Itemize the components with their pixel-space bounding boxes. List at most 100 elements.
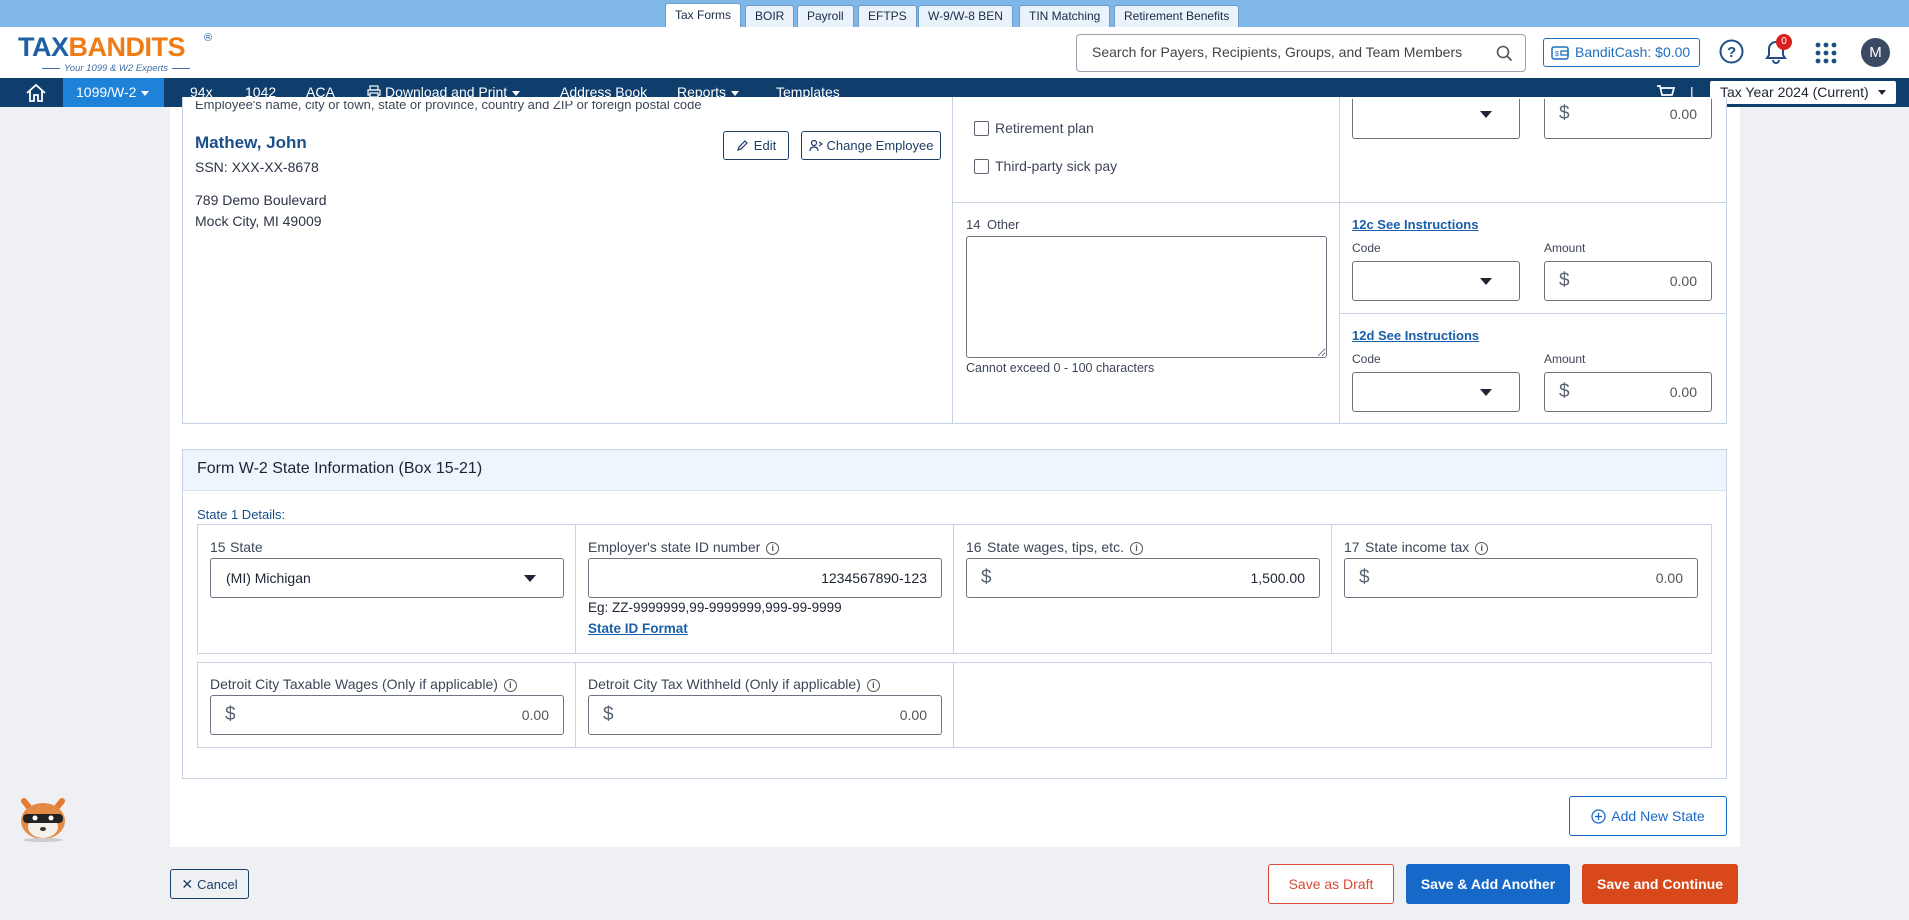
user-avatar[interactable]: M (1861, 38, 1890, 67)
logo-text-b: BANDITS (68, 32, 186, 62)
detroit-tax-label: Detroit City Tax Withheld (Only if appli… (588, 676, 880, 692)
state-select[interactable]: (MI) Michigan (210, 558, 564, 598)
help-icon[interactable]: ? (1719, 39, 1744, 64)
box12c-instructions-link[interactable]: 12c See Instructions (1352, 217, 1478, 232)
app-header: TAXBANDITS Your 1099 & W2 Experts ® $ Ba… (0, 27, 1909, 78)
cancel-label: Cancel (197, 877, 238, 892)
employee-address-line2: Mock City, MI 49009 (195, 213, 322, 229)
employee-ssn: SSN: XXX-XX-8678 (195, 159, 319, 175)
box14-hint: Cannot exceed 0 - 100 characters (966, 361, 1155, 375)
taxbandits-logo[interactable]: TAXBANDITS Your 1099 & W2 Experts ® (18, 32, 212, 74)
state-income-tax-value: 0.00 (1655, 570, 1683, 586)
employer-state-id-field[interactable]: 1234567890-123 (588, 558, 942, 598)
tax-year-select[interactable]: Tax Year 2024 (Current) (1710, 81, 1896, 104)
info-icon[interactable]: i (1475, 542, 1489, 555)
nav-1099-w2[interactable]: 1099/W-2 (63, 78, 164, 107)
box17-label: State income tax i (1365, 539, 1489, 555)
change-employee-label: Change Employee (826, 138, 934, 153)
box12d-code-label: Code (1352, 352, 1381, 366)
state-section-title: Form W-2 State Information (Box 15-21) (197, 460, 483, 477)
close-icon: ✕ (181, 876, 194, 892)
box15-label: State (230, 539, 263, 555)
form-content: Employee's name, city or town, state or … (170, 97, 1740, 847)
info-icon[interactable]: i (1129, 542, 1143, 555)
detroit-tax-text: Detroit City Tax Withheld (Only if appli… (588, 676, 861, 692)
state-select-value: (MI) Michigan (226, 570, 311, 586)
svg-text:?: ? (1727, 44, 1736, 61)
tab-eftps[interactable]: EFTPS (858, 5, 917, 27)
box15-number: 15 (210, 539, 226, 555)
divider (1340, 313, 1726, 314)
divider (1339, 97, 1340, 424)
state-income-tax-field[interactable]: $0.00 (1344, 558, 1698, 598)
divider (1331, 524, 1332, 654)
third-party-sick-pay-checkbox[interactable] (974, 159, 989, 174)
edit-label: Edit (753, 138, 777, 153)
detroit-wages-text: Detroit City Taxable Wages (Only if appl… (210, 676, 498, 692)
logo-text-a: TAX (18, 32, 69, 62)
detroit-tax-field[interactable]: $0.00 (588, 695, 942, 735)
dollar-sign: $ (603, 704, 614, 725)
info-icon[interactable]: i (866, 679, 880, 692)
retirement-plan-checkbox[interactable] (974, 121, 989, 136)
search-icon[interactable] (1496, 45, 1513, 62)
employee-name: Mathew, John (195, 133, 307, 152)
save-draft-button[interactable]: Save as Draft (1268, 864, 1394, 904)
box16-number: 16 (966, 539, 982, 555)
bandit-cash-button[interactable]: $ BanditCash: $0.00 (1543, 38, 1700, 67)
box12b-code-select[interactable] (1352, 99, 1520, 139)
box12c-code-select[interactable] (1352, 261, 1520, 301)
state-id-format-link[interactable]: State ID Format (588, 621, 688, 636)
chevron-down-icon (141, 90, 150, 96)
tab-retirement-benefits[interactable]: Retirement Benefits (1114, 5, 1240, 27)
box17-label-text: State income tax (1365, 539, 1470, 555)
detroit-wages-field[interactable]: $0.00 (210, 695, 564, 735)
raccoon-mascot-icon (21, 798, 65, 842)
state-id-example: Eg: ZZ-9999999,99-9999999,999-99-9999 (588, 600, 842, 615)
change-employee-button[interactable]: Change Employee (801, 131, 941, 160)
divider (952, 97, 953, 424)
tab-payroll[interactable]: Payroll (797, 5, 854, 27)
state-wages-field[interactable]: $1,500.00 (966, 558, 1320, 598)
box12b-amount-value: 0.00 (1669, 106, 1697, 122)
apps-grid-icon[interactable] (1815, 42, 1837, 64)
bandit-cash-label: BanditCash: $0.00 (1575, 44, 1691, 60)
divider (575, 524, 576, 654)
chevron-down-icon (524, 575, 536, 582)
home-icon[interactable] (25, 83, 47, 103)
edit-employee-button[interactable]: Edit (723, 131, 789, 160)
tab-boir[interactable]: BOIR (745, 5, 795, 27)
tab-w9-w8ben[interactable]: W-9/W-8 BEN (918, 5, 1013, 27)
save-continue-button[interactable]: Save and Continue (1582, 864, 1738, 904)
dollar-sign: $ (1359, 567, 1370, 588)
add-new-state-label: Add New State (1611, 808, 1705, 824)
search-input[interactable] (1092, 44, 1492, 60)
box14-number: 14 (966, 217, 981, 232)
detroit-wages-label: Detroit City Taxable Wages (Only if appl… (210, 676, 517, 692)
cancel-button[interactable]: ✕ Cancel (170, 869, 249, 899)
mascot-chat-button[interactable] (16, 793, 70, 843)
info-icon[interactable]: i (503, 679, 517, 692)
detroit-wages-value: 0.00 (521, 707, 549, 723)
box14-other-textarea[interactable] (966, 236, 1327, 358)
detroit-tax-value: 0.00 (899, 707, 927, 723)
box12d-amount-field[interactable]: $0.00 (1544, 372, 1712, 412)
add-new-state-button[interactable]: Add New State (1569, 796, 1727, 836)
chevron-down-icon (512, 90, 521, 96)
box12b-amount-field[interactable]: $0.00 (1544, 99, 1712, 139)
save-add-another-button[interactable]: Save & Add Another (1406, 864, 1570, 904)
box14-label: Other (987, 217, 1020, 232)
box12c-amount-field[interactable]: $0.00 (1544, 261, 1712, 301)
tab-tax-forms[interactable]: Tax Forms (665, 3, 742, 27)
box12c-amount-value: 0.00 (1669, 273, 1697, 289)
global-search[interactable] (1076, 34, 1526, 72)
tab-tin-matching[interactable]: TIN Matching (1019, 5, 1111, 27)
box12c-amount-label: Amount (1544, 241, 1586, 255)
employer-state-id-value: 1234567890-123 (821, 570, 927, 586)
logo-reg: ® (204, 32, 213, 44)
box12d-code-select[interactable] (1352, 372, 1520, 412)
plus-circle-icon (1591, 809, 1606, 824)
info-icon[interactable]: i (766, 542, 780, 555)
chevron-down-icon (1480, 278, 1492, 285)
box12d-instructions-link[interactable]: 12d See Instructions (1352, 328, 1479, 343)
